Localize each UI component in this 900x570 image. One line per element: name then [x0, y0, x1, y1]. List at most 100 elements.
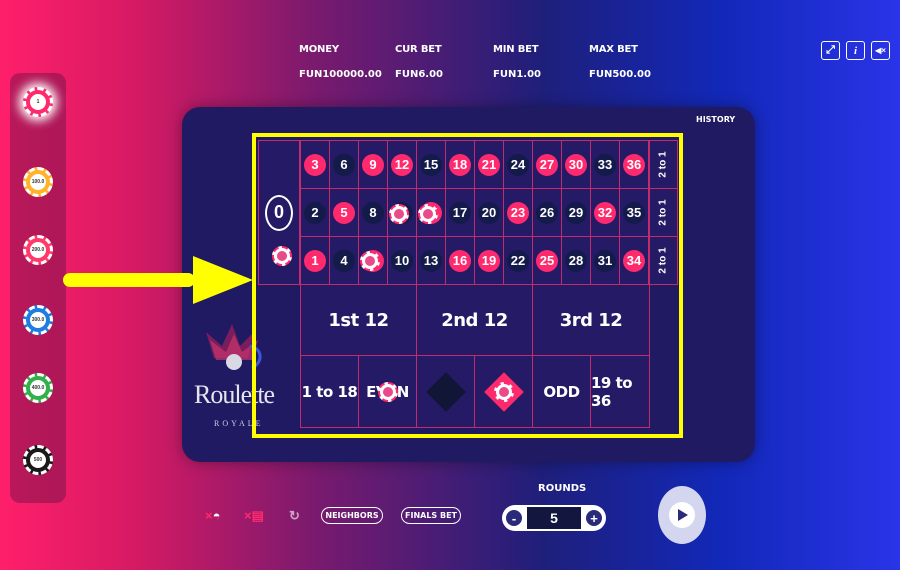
number-label: 23	[507, 201, 529, 224]
dozen-bet-3[interactable]: 3rd 12	[532, 284, 650, 356]
placed-chip	[494, 382, 514, 402]
rounds-plus-button[interactable]: +	[586, 510, 602, 526]
bet-number-26[interactable]: 26	[532, 188, 562, 237]
placed-chip	[378, 382, 398, 402]
bet-1-to-18[interactable]: 1 to 18	[300, 355, 359, 428]
minbet-info: MIN BET FUN1.00	[493, 44, 541, 80]
column-bet-bottom[interactable]: 2 to 1	[649, 236, 678, 285]
bet-number-23[interactable]: 23	[503, 188, 533, 237]
number-label: 29	[565, 201, 587, 224]
bet-number-6[interactable]: 6	[329, 140, 359, 189]
pointer-arrow-icon	[63, 256, 253, 304]
rounds-value[interactable]: 5	[527, 507, 581, 529]
rounds-stepper: - 5 +	[502, 505, 606, 531]
bet-19-to-36[interactable]: 19 to 36	[590, 355, 650, 428]
money-value: FUN100000.00	[299, 69, 382, 80]
chip-500[interactable]: 500	[23, 445, 53, 475]
rounds-label: ROUNDS	[538, 483, 587, 494]
dozen-bet-1[interactable]: 1st 12	[300, 284, 417, 356]
column-bet-top[interactable]: 2 to 1	[649, 140, 678, 189]
bet-number-28[interactable]: 28	[561, 236, 591, 285]
bet-number-13[interactable]: 13	[416, 236, 446, 285]
number-label: 36	[623, 153, 645, 176]
bet-number-10[interactable]: 10	[387, 236, 417, 285]
number-label: 31	[594, 249, 616, 272]
number-label: 2	[304, 201, 326, 224]
chip-200[interactable]: 200.0	[23, 235, 53, 265]
chip-1[interactable]: 1	[23, 87, 53, 117]
bet-number-20[interactable]: 20	[474, 188, 504, 237]
rounds-minus-button[interactable]: -	[506, 510, 522, 526]
bet-number-8[interactable]: 8	[358, 188, 388, 237]
bet-number-25[interactable]: 25	[532, 236, 562, 285]
number-label: 12	[391, 153, 413, 176]
neighbors-button[interactable]: NEIGHBORS	[321, 507, 383, 524]
bet-number-36[interactable]: 36	[619, 140, 649, 189]
number-label: 28	[565, 249, 587, 272]
bet-red[interactable]	[474, 355, 533, 428]
curbet-label: CUR BET	[395, 44, 442, 55]
chip-rack: 1 100.0 200.0 300.0 400.0 500	[10, 73, 66, 503]
info-icon[interactable]: i	[846, 41, 865, 60]
bet-number-24[interactable]: 24	[503, 140, 533, 189]
black-diamond-icon	[425, 371, 466, 412]
bet-number-21[interactable]: 21	[474, 140, 504, 189]
bet-number-17[interactable]: 17	[445, 188, 475, 237]
bet-number-30[interactable]: 30	[561, 140, 591, 189]
bet-number-31[interactable]: 31	[590, 236, 620, 285]
placed-chip	[418, 204, 438, 224]
dozen-bet-2[interactable]: 2nd 12	[416, 284, 533, 356]
clear-bets-icon[interactable]: ×◓	[205, 508, 220, 523]
finals-bet-button[interactable]: FINALS BET	[401, 507, 461, 524]
number-label: 4	[333, 249, 355, 272]
bet-number-32[interactable]: 32	[590, 188, 620, 237]
number-label: 3	[304, 153, 326, 176]
minbet-value: FUN1.00	[493, 69, 541, 80]
bet-number-27[interactable]: 27	[532, 140, 562, 189]
bet-number-35[interactable]: 35	[619, 188, 649, 237]
number-label: 6	[333, 153, 355, 176]
undo-icon[interactable]: ↻	[289, 508, 300, 524]
bet-number-4[interactable]: 4	[329, 236, 359, 285]
bet-number-3[interactable]: 3	[300, 140, 330, 189]
betting-grid: 0 36912151821242730333625811141720232629…	[258, 140, 682, 430]
column-bet-middle[interactable]: 2 to 1	[649, 188, 678, 237]
play-icon	[669, 502, 695, 528]
bet-number-19[interactable]: 19	[474, 236, 504, 285]
curbet-value: FUN6.00	[395, 69, 443, 80]
number-label: 8	[362, 201, 384, 224]
money-label: MONEY	[299, 44, 339, 55]
bet-number-1[interactable]: 1	[300, 236, 330, 285]
number-label: 21	[478, 153, 500, 176]
zero-number: 0	[265, 194, 293, 231]
bet-number-9[interactable]: 9	[358, 140, 388, 189]
bet-number-18[interactable]: 18	[445, 140, 475, 189]
number-label: 17	[449, 201, 471, 224]
history-button[interactable]: HISTORY	[696, 115, 735, 124]
bet-number-29[interactable]: 29	[561, 188, 591, 237]
bet-even[interactable]: EVEN	[358, 355, 417, 428]
bet-number-15[interactable]: 15	[416, 140, 446, 189]
chip-100[interactable]: 100.0	[23, 167, 53, 197]
number-label: 30	[565, 153, 587, 176]
placed-chip	[272, 246, 292, 266]
bet-number-12[interactable]: 12	[387, 140, 417, 189]
chip-400[interactable]: 400.0	[23, 373, 53, 403]
spin-button[interactable]	[658, 486, 706, 544]
number-label: 22	[507, 249, 529, 272]
number-label: 5	[333, 201, 355, 224]
bet-number-5[interactable]: 5	[329, 188, 359, 237]
bet-black[interactable]	[416, 355, 475, 428]
sound-icon[interactable]: ◀×	[871, 41, 890, 60]
bet-number-33[interactable]: 33	[590, 140, 620, 189]
bet-number-22[interactable]: 22	[503, 236, 533, 285]
bet-odd[interactable]: ODD	[532, 355, 591, 428]
number-label: 26	[536, 201, 558, 224]
number-label: 34	[623, 249, 645, 272]
bet-number-16[interactable]: 16	[445, 236, 475, 285]
fullscreen-icon[interactable]: ⤢	[821, 41, 840, 60]
bet-number-2[interactable]: 2	[300, 188, 330, 237]
clear-all-icon[interactable]: ×▤	[244, 508, 264, 524]
bet-number-34[interactable]: 34	[619, 236, 649, 285]
chip-300[interactable]: 300.0	[23, 305, 53, 335]
